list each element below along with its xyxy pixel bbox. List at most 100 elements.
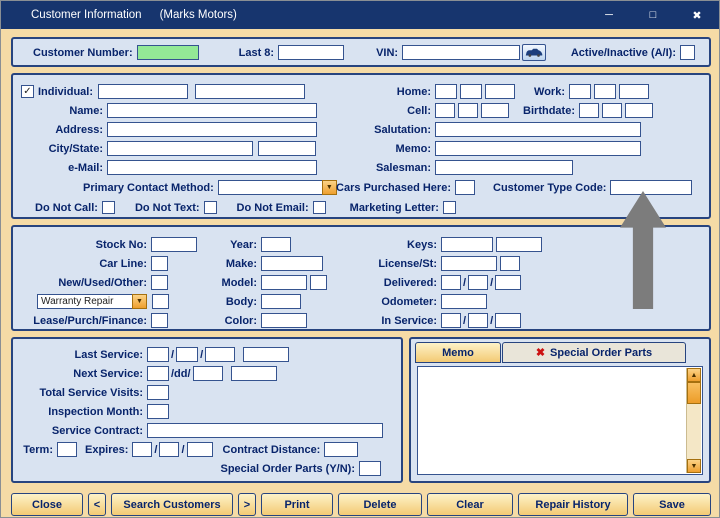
year-input[interactable]: [261, 237, 291, 252]
memo-scrollbar[interactable]: ▲ ▼: [686, 368, 701, 473]
service-type-select[interactable]: Warranty Repair: [37, 294, 132, 309]
customer-type-code-input[interactable]: [610, 180, 693, 195]
term-input[interactable]: [57, 442, 77, 457]
home-phone-3[interactable]: [485, 84, 515, 99]
active-inactive-input[interactable]: [680, 45, 695, 60]
license-input[interactable]: [441, 256, 497, 271]
delivered-year-input[interactable]: [495, 275, 522, 290]
total-service-visits-input[interactable]: [147, 385, 169, 400]
last8-input[interactable]: [278, 45, 345, 60]
service-type-flag-input[interactable]: [152, 294, 169, 309]
in-service-month-input[interactable]: [441, 313, 461, 328]
home-phone-2[interactable]: [460, 84, 482, 99]
email-input[interactable]: [107, 160, 317, 175]
delete-button[interactable]: Delete: [338, 493, 422, 516]
customer-number-input[interactable]: [136, 45, 199, 60]
cars-purchased-input[interactable]: [455, 180, 475, 195]
primary-contact-select[interactable]: [217, 180, 322, 195]
expires-year-input[interactable]: [186, 442, 213, 457]
keys-input-2[interactable]: [496, 237, 542, 252]
in-service-year-input[interactable]: [495, 313, 522, 328]
customer-number-label: Customer Number:: [33, 46, 133, 59]
do-not-email-checkbox[interactable]: [312, 201, 326, 214]
total-visits-label: Total Service Visits:: [39, 386, 143, 399]
repair-history-button[interactable]: Repair History: [518, 493, 628, 516]
next-service-year-input[interactable]: [192, 366, 223, 381]
memo-input[interactable]: [435, 141, 641, 156]
salutation-input[interactable]: [435, 122, 641, 137]
address-input[interactable]: [107, 122, 317, 137]
vin-decode-button[interactable]: [522, 44, 547, 61]
do-not-text-label: Do Not Text:: [134, 201, 200, 214]
individual-input-2[interactable]: [195, 84, 305, 99]
last-service-extra-input[interactable]: [243, 347, 290, 362]
birthdate-day-input[interactable]: [602, 103, 622, 118]
scroll-up-icon[interactable]: ▲: [687, 368, 701, 382]
last-service-month-input[interactable]: [147, 347, 169, 362]
marketing-letter-checkbox[interactable]: [442, 201, 456, 214]
tab-memo[interactable]: Memo: [415, 342, 501, 363]
expires-day-input[interactable]: [159, 442, 180, 457]
minimize-icon[interactable]: ─: [587, 1, 631, 29]
birthdate-year-input[interactable]: [625, 103, 653, 118]
scrollbar-track[interactable]: [687, 404, 701, 459]
new-used-other-input[interactable]: [151, 275, 168, 290]
prev-record-button[interactable]: <: [88, 493, 106, 516]
special-order-parts-input[interactable]: [359, 461, 381, 476]
service-contract-input[interactable]: [147, 423, 383, 438]
clear-button[interactable]: Clear: [427, 493, 513, 516]
cell-phone-2[interactable]: [458, 103, 478, 118]
save-button[interactable]: Save: [633, 493, 711, 516]
individual-checkbox[interactable]: ✓: [21, 85, 34, 98]
last-service-year-input[interactable]: [205, 347, 236, 362]
state-input[interactable]: [258, 141, 316, 156]
salesman-label: Salesman:: [375, 161, 431, 174]
scroll-down-icon[interactable]: ▼: [687, 459, 701, 473]
keys-input-1[interactable]: [441, 237, 493, 252]
do-not-call-checkbox[interactable]: [101, 201, 115, 214]
tab-special-order-parts[interactable]: ✖ Special Order Parts: [502, 342, 686, 363]
salesman-input[interactable]: [435, 160, 573, 175]
search-customers-button[interactable]: Search Customers: [111, 493, 233, 516]
model-input[interactable]: [261, 275, 307, 290]
delivered-day-input[interactable]: [468, 275, 489, 290]
cell-phone-1[interactable]: [435, 103, 455, 118]
individual-input-1[interactable]: [98, 84, 188, 99]
work-phone-3[interactable]: [619, 84, 649, 99]
car-line-input[interactable]: [151, 256, 168, 271]
next-record-button[interactable]: >: [238, 493, 256, 516]
next-service-month-input[interactable]: [147, 366, 169, 381]
home-phone-1[interactable]: [435, 84, 457, 99]
contract-distance-input[interactable]: [324, 442, 359, 457]
work-phone-2[interactable]: [594, 84, 616, 99]
body-input[interactable]: [261, 294, 301, 309]
inspection-month-input[interactable]: [147, 404, 169, 419]
expires-month-input[interactable]: [132, 442, 153, 457]
memo-textarea[interactable]: ▲ ▼: [417, 366, 703, 475]
close-button[interactable]: Close: [11, 493, 83, 516]
close-icon[interactable]: ✖: [675, 1, 719, 29]
do-not-text-checkbox[interactable]: [203, 201, 217, 214]
in-service-day-input[interactable]: [468, 313, 489, 328]
lease-purch-finance-input[interactable]: [151, 313, 168, 328]
slash-separator: /: [200, 348, 204, 361]
next-service-extra-input[interactable]: [230, 366, 277, 381]
chevron-down-icon[interactable]: ▼: [132, 294, 147, 309]
vin-input[interactable]: [402, 45, 521, 60]
make-input[interactable]: [261, 256, 323, 271]
stock-no-input[interactable]: [151, 237, 197, 252]
print-button[interactable]: Print: [261, 493, 333, 516]
model-code-input[interactable]: [310, 275, 327, 290]
odometer-input[interactable]: [441, 294, 487, 309]
city-input[interactable]: [107, 141, 253, 156]
maximize-icon[interactable]: □: [631, 1, 675, 29]
name-input[interactable]: [107, 103, 317, 118]
birthdate-month-input[interactable]: [579, 103, 599, 118]
work-phone-1[interactable]: [569, 84, 591, 99]
cell-phone-3[interactable]: [481, 103, 509, 118]
last-service-day-input[interactable]: [176, 347, 199, 362]
scrollbar-thumb[interactable]: [687, 382, 701, 404]
color-input[interactable]: [261, 313, 307, 328]
delivered-month-input[interactable]: [441, 275, 461, 290]
license-state-input[interactable]: [500, 256, 520, 271]
